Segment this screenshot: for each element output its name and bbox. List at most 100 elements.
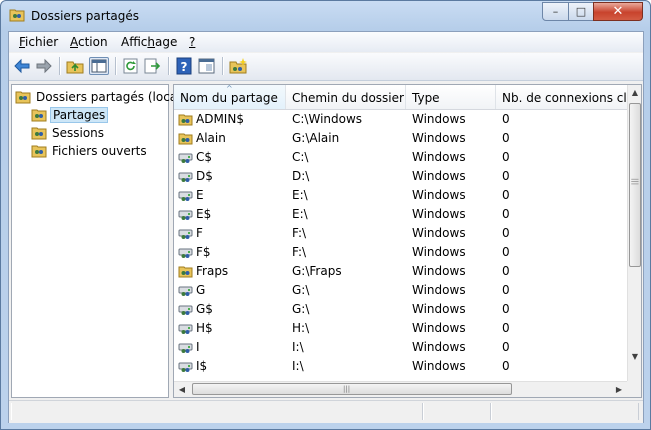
share-name-cell: F <box>196 226 203 240</box>
table-row[interactable]: Alain G:\Alain Windows 0 <box>174 129 627 148</box>
list-header: ^ Nom du partage Chemin du dossier Type … <box>174 85 627 110</box>
shared-folder-icon <box>178 266 193 278</box>
shared-drive-icon <box>178 362 193 372</box>
connections-cell: 0 <box>502 131 510 145</box>
share-name-cell: E <box>196 188 204 202</box>
connections-cell: 0 <box>502 188 510 202</box>
scroll-left-button[interactable]: ◀ <box>174 382 190 397</box>
share-name-cell: I <box>196 340 200 354</box>
share-name-cell: F$ <box>196 245 211 259</box>
column-header-path[interactable]: Chemin du dossier <box>286 85 406 109</box>
table-row[interactable]: E$ E:\ Windows 0 <box>174 205 627 224</box>
folder-path-cell: C:\Windows <box>292 112 363 126</box>
menu-help-accel: ? <box>189 35 196 49</box>
forward-arrow-icon[interactable] <box>34 57 54 75</box>
share-name-cell: H$ <box>196 321 213 335</box>
share-type-cell: Windows <box>412 321 466 335</box>
column-header-name-label: Nom du partage <box>180 91 278 105</box>
table-row[interactable]: C$ C:\ Windows 0 <box>174 148 627 167</box>
table-row[interactable]: F$ F:\ Windows 0 <box>174 243 627 262</box>
toolbar: ? <box>9 53 643 81</box>
folder-path-cell: C:\ <box>292 150 309 164</box>
show-hide-tree-button[interactable] <box>89 57 109 75</box>
column-header-path-label: Chemin du dossier <box>292 91 404 105</box>
share-type-cell: Windows <box>412 264 466 278</box>
folder-path-cell: F:\ <box>292 245 307 259</box>
column-header-name[interactable]: ^ Nom du partage <box>174 85 286 109</box>
connections-cell: 0 <box>502 302 510 316</box>
table-row[interactable]: Fraps G:\Fraps Windows 0 <box>174 262 627 281</box>
back-arrow-icon[interactable] <box>12 57 32 75</box>
close-button[interactable]: ✕ <box>593 2 643 21</box>
tree-node-partages-label: Partages <box>50 107 109 123</box>
connections-cell: 0 <box>502 245 510 259</box>
title-bar[interactable]: Dossiers partagés – □ ✕ <box>1 1 650 31</box>
refresh-icon[interactable] <box>121 57 141 75</box>
table-row[interactable]: I I:\ Windows 0 <box>174 338 627 357</box>
shares-list-view: ^ Nom du partage Chemin du dossier Type … <box>173 84 642 398</box>
scroll-down-button[interactable]: ▼ <box>628 349 641 365</box>
share-type-cell: Windows <box>412 150 466 164</box>
folder-path-cell: F:\ <box>292 226 307 240</box>
column-header-connections[interactable]: Nb. de connexions clier <box>496 85 627 109</box>
folder-path-cell: G:\ <box>292 302 310 316</box>
table-row[interactable]: H$ H:\ Windows 0 <box>174 319 627 338</box>
menu-affichage[interactable]: Affichage <box>121 35 177 49</box>
sort-ascending-icon: ^ <box>226 85 233 93</box>
share-name-cell: Fraps <box>196 264 229 278</box>
vertical-scroll-thumb[interactable]: ||| <box>629 103 641 267</box>
menu-affichage-label-start: Affic <box>121 35 148 49</box>
share-type-cell: Windows <box>412 188 466 202</box>
share-type-cell: Windows <box>412 283 466 297</box>
minimize-button[interactable]: – <box>542 2 569 21</box>
table-row[interactable]: I$ I:\ Windows 0 <box>174 357 627 376</box>
properties-icon[interactable] <box>197 57 217 75</box>
app-window: Dossiers partagés – □ ✕ Fichier Action A… <box>0 0 651 430</box>
shared-folder-icon <box>178 133 193 145</box>
column-header-type[interactable]: Type <box>406 85 496 109</box>
column-header-connections-label: Nb. de connexions clier <box>502 91 627 105</box>
share-type-cell: Windows <box>412 169 466 183</box>
shared-drive-icon <box>178 305 193 315</box>
share-name-cell: C$ <box>196 150 213 164</box>
vertical-scrollbar[interactable]: ▲ ||| ▼ <box>627 85 641 381</box>
toolbar-separator <box>222 57 224 75</box>
shared-drive-icon <box>178 229 193 239</box>
export-list-icon[interactable] <box>143 57 163 75</box>
menu-help[interactable]: ? <box>189 35 195 49</box>
connections-cell: 0 <box>502 112 510 126</box>
connections-cell: 0 <box>502 207 510 221</box>
table-row[interactable]: D$ D:\ Windows 0 <box>174 167 627 186</box>
tree-node-root-label: Dossiers partagés (local) <box>36 90 186 104</box>
table-row[interactable]: E E:\ Windows 0 <box>174 186 627 205</box>
shared-drive-icon <box>178 343 193 353</box>
menu-action[interactable]: Action <box>70 35 108 49</box>
up-folder-icon[interactable] <box>65 57 85 75</box>
shared-drive-icon <box>178 191 193 201</box>
scroll-up-button[interactable]: ▲ <box>628 85 641 101</box>
table-row[interactable]: G$ G:\ Windows 0 <box>174 300 627 319</box>
table-row[interactable]: F F:\ Windows 0 <box>174 224 627 243</box>
shared-drive-icon <box>178 210 193 220</box>
share-name-cell: ADMIN$ <box>196 112 244 126</box>
scroll-right-button[interactable]: ▶ <box>611 382 627 397</box>
toolbar-separator <box>59 57 61 75</box>
maximize-button[interactable]: □ <box>568 2 594 21</box>
horizontal-scroll-thumb[interactable]: ||| <box>192 383 512 395</box>
share-type-cell: Windows <box>412 302 466 316</box>
connections-cell: 0 <box>502 169 510 183</box>
table-row[interactable]: ADMIN$ C:\Windows Windows 0 <box>174 110 627 129</box>
sessions-folder-icon <box>31 127 47 140</box>
share-type-cell: Windows <box>412 207 466 221</box>
new-share-icon[interactable] <box>228 57 248 75</box>
status-pane <box>11 403 423 420</box>
folder-path-cell: G:\Fraps <box>292 264 342 278</box>
shared-folders-app-icon <box>9 9 25 22</box>
connections-cell: 0 <box>502 321 510 335</box>
shares-folder-icon <box>31 109 47 122</box>
menu-fichier[interactable]: Fichier <box>19 35 58 49</box>
help-icon[interactable]: ? <box>174 57 194 75</box>
share-name-cell: Alain <box>196 131 226 145</box>
table-row[interactable]: G G:\ Windows 0 <box>174 281 627 300</box>
horizontal-scrollbar[interactable]: ◀ ||| ▶ <box>174 381 627 397</box>
